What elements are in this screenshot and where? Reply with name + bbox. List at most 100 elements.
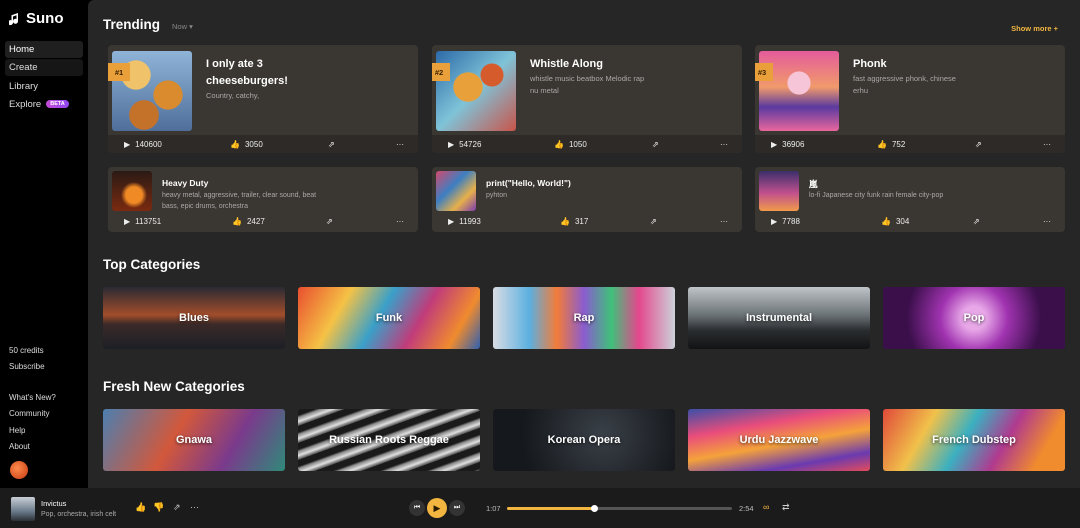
more-icon[interactable]: ··· [720, 217, 728, 226]
next-icon[interactable]: ⏭ [449, 500, 465, 516]
like-count-value: 3050 [244, 139, 263, 149]
category-gnawa[interactable]: Gnawa [103, 409, 285, 471]
subscribe-link[interactable]: Subscribe [5, 359, 83, 376]
category-funk[interactable]: Funk [298, 287, 480, 349]
trending-filter[interactable]: Now ▾ [172, 22, 193, 31]
thumbs-up-icon[interactable]: 👍 [135, 502, 146, 513]
more-icon[interactable]: ··· [396, 140, 404, 149]
like-count[interactable]: 👍 3050 [230, 140, 263, 149]
user-avatar[interactable] [10, 461, 28, 479]
thumbs-down-icon[interactable]: 👎 [153, 502, 164, 513]
fresh-categories-title: Fresh New Categories [103, 379, 245, 394]
share-icon[interactable]: ⇗ [973, 217, 980, 226]
nav-library-label: Library [9, 80, 39, 92]
more-icon[interactable]: ··· [1043, 140, 1051, 149]
now-playing-title[interactable]: Invictus [41, 498, 116, 509]
category-korean-opera[interactable]: Korean Opera [493, 409, 675, 471]
song-title[interactable]: 嵐 [809, 178, 818, 190]
nav-explore-label: Explore [9, 98, 42, 110]
like-count[interactable]: 👍 317 [560, 217, 588, 226]
trending-card-6[interactable]: 嵐 lo-fi Japanese city funk rain female c… [755, 167, 1065, 232]
trending-card-5[interactable]: print("Hello, World!") pyhton ▶ 11993 👍 31… [432, 167, 742, 232]
chevron-down-icon: ▾ [189, 22, 193, 31]
brand-name: Suno [26, 10, 64, 27]
more-icon[interactable]: ··· [720, 140, 728, 149]
like-count-value: 752 [891, 139, 906, 149]
nav-library[interactable]: Library [5, 78, 83, 95]
progress-fill [507, 507, 595, 510]
suno-logo[interactable]: Suno [9, 10, 83, 27]
nav-home[interactable]: Home [5, 41, 83, 58]
thumbs-up-icon: 👍 [232, 216, 242, 226]
help-link[interactable]: Help [5, 422, 83, 439]
category-blues[interactable]: Blues [103, 287, 285, 349]
play-icon: ▶ [448, 139, 455, 149]
play-count-value: 11993 [459, 216, 481, 226]
like-count[interactable]: 👍 2427 [232, 217, 265, 226]
category-instrumental[interactable]: Instrumental [688, 287, 870, 349]
whats-new-link[interactable]: What's New? [5, 389, 83, 406]
trending-card-4[interactable]: Heavy Duty heavy metal, aggressive, trai… [108, 167, 418, 232]
share-icon[interactable]: ⇗ [173, 502, 181, 513]
top-categories-title: Top Categories [103, 257, 201, 272]
play-count[interactable]: ▶ 113751 [124, 217, 161, 226]
like-count[interactable]: 👍 1050 [554, 140, 587, 149]
nav-explore[interactable]: Explore BETA [5, 96, 83, 113]
more-icon[interactable]: ··· [396, 217, 404, 226]
category-label: French Dubstep [932, 434, 1016, 446]
share-icon[interactable]: ⇗ [328, 140, 335, 149]
play-count[interactable]: ▶ 36906 [771, 140, 804, 149]
play-count[interactable]: ▶ 7788 [771, 217, 800, 226]
play-count[interactable]: ▶ 54726 [448, 140, 481, 149]
trending-card-2[interactable]: #2 Whistle Along whistle music beatbox M… [432, 45, 742, 153]
category-rap[interactable]: Rap [493, 287, 675, 349]
song-tags: Country, catchy, [206, 91, 260, 100]
top-categories-header: Top Categories [103, 257, 200, 272]
share-icon[interactable]: ⇗ [326, 217, 333, 226]
card-footer: ▶ 7788 👍 304 ⇗ ··· [755, 212, 1065, 230]
nav-create[interactable]: Create [5, 59, 83, 77]
play-icon: ▶ [771, 139, 778, 149]
beta-badge: BETA [46, 100, 69, 109]
share-icon[interactable]: ⇗ [652, 140, 659, 149]
previous-icon[interactable]: ⏮ [409, 500, 425, 516]
song-title[interactable]: Whistle Along [530, 56, 603, 73]
more-icon[interactable]: ··· [190, 502, 199, 512]
category-pop[interactable]: Pop [883, 287, 1065, 349]
trending-title: Trending [103, 17, 160, 32]
progress-handle[interactable] [591, 505, 599, 512]
card-footer: ▶ 54726 👍 1050 ⇗ ··· [432, 135, 742, 153]
like-count-value: 2427 [246, 216, 265, 226]
play-count[interactable]: ▶ 11993 [448, 217, 481, 226]
trending-card-3[interactable]: #3 Phonk fast aggressive phonk, chinese e… [755, 45, 1065, 153]
play-count-value: 36906 [782, 139, 805, 149]
song-title[interactable]: Phonk [853, 56, 887, 73]
category-french-dubstep[interactable]: French Dubstep [883, 409, 1065, 471]
play-pause-button[interactable]: ▶ [427, 498, 447, 518]
community-link[interactable]: Community [5, 406, 83, 423]
now-playing-cover[interactable] [11, 497, 35, 521]
song-title[interactable]: print("Hello, World!") [486, 178, 571, 188]
like-count[interactable]: 👍 304 [881, 217, 909, 226]
more-icon[interactable]: ··· [1043, 217, 1051, 226]
song-title[interactable]: Heavy Duty [162, 178, 208, 188]
category-label: Korean Opera [547, 434, 621, 446]
cover-art [112, 171, 152, 211]
credits-count: 50 credits [9, 345, 44, 355]
progress-slider[interactable] [507, 505, 732, 512]
play-count[interactable]: ▶ 140600 [124, 140, 162, 149]
show-more-link[interactable]: Show more + [1011, 24, 1058, 33]
about-link[interactable]: About [5, 439, 83, 456]
song-title[interactable]: I only ate 3 cheeseburgers! [206, 56, 288, 90]
shuffle-icon[interactable]: ⇄ [782, 502, 790, 513]
like-count[interactable]: 👍 752 [877, 140, 905, 149]
share-icon[interactable]: ⇗ [650, 217, 657, 226]
play-count-value: 113751 [135, 216, 162, 226]
category-label: Russian Roots Reggae [329, 434, 449, 446]
loop-icon[interactable]: ∞ [763, 502, 769, 512]
category-urdu-jazzwave[interactable]: Urdu Jazzwave [688, 409, 870, 471]
category-russian-roots-reggae[interactable]: Russian Roots Reggae [298, 409, 480, 471]
share-icon[interactable]: ⇗ [975, 140, 982, 149]
song-tags: heavy metal, aggressive, trailer, clear … [162, 190, 316, 212]
trending-card-1[interactable]: #1 I only ate 3 cheeseburgers! Country, c… [108, 45, 418, 153]
